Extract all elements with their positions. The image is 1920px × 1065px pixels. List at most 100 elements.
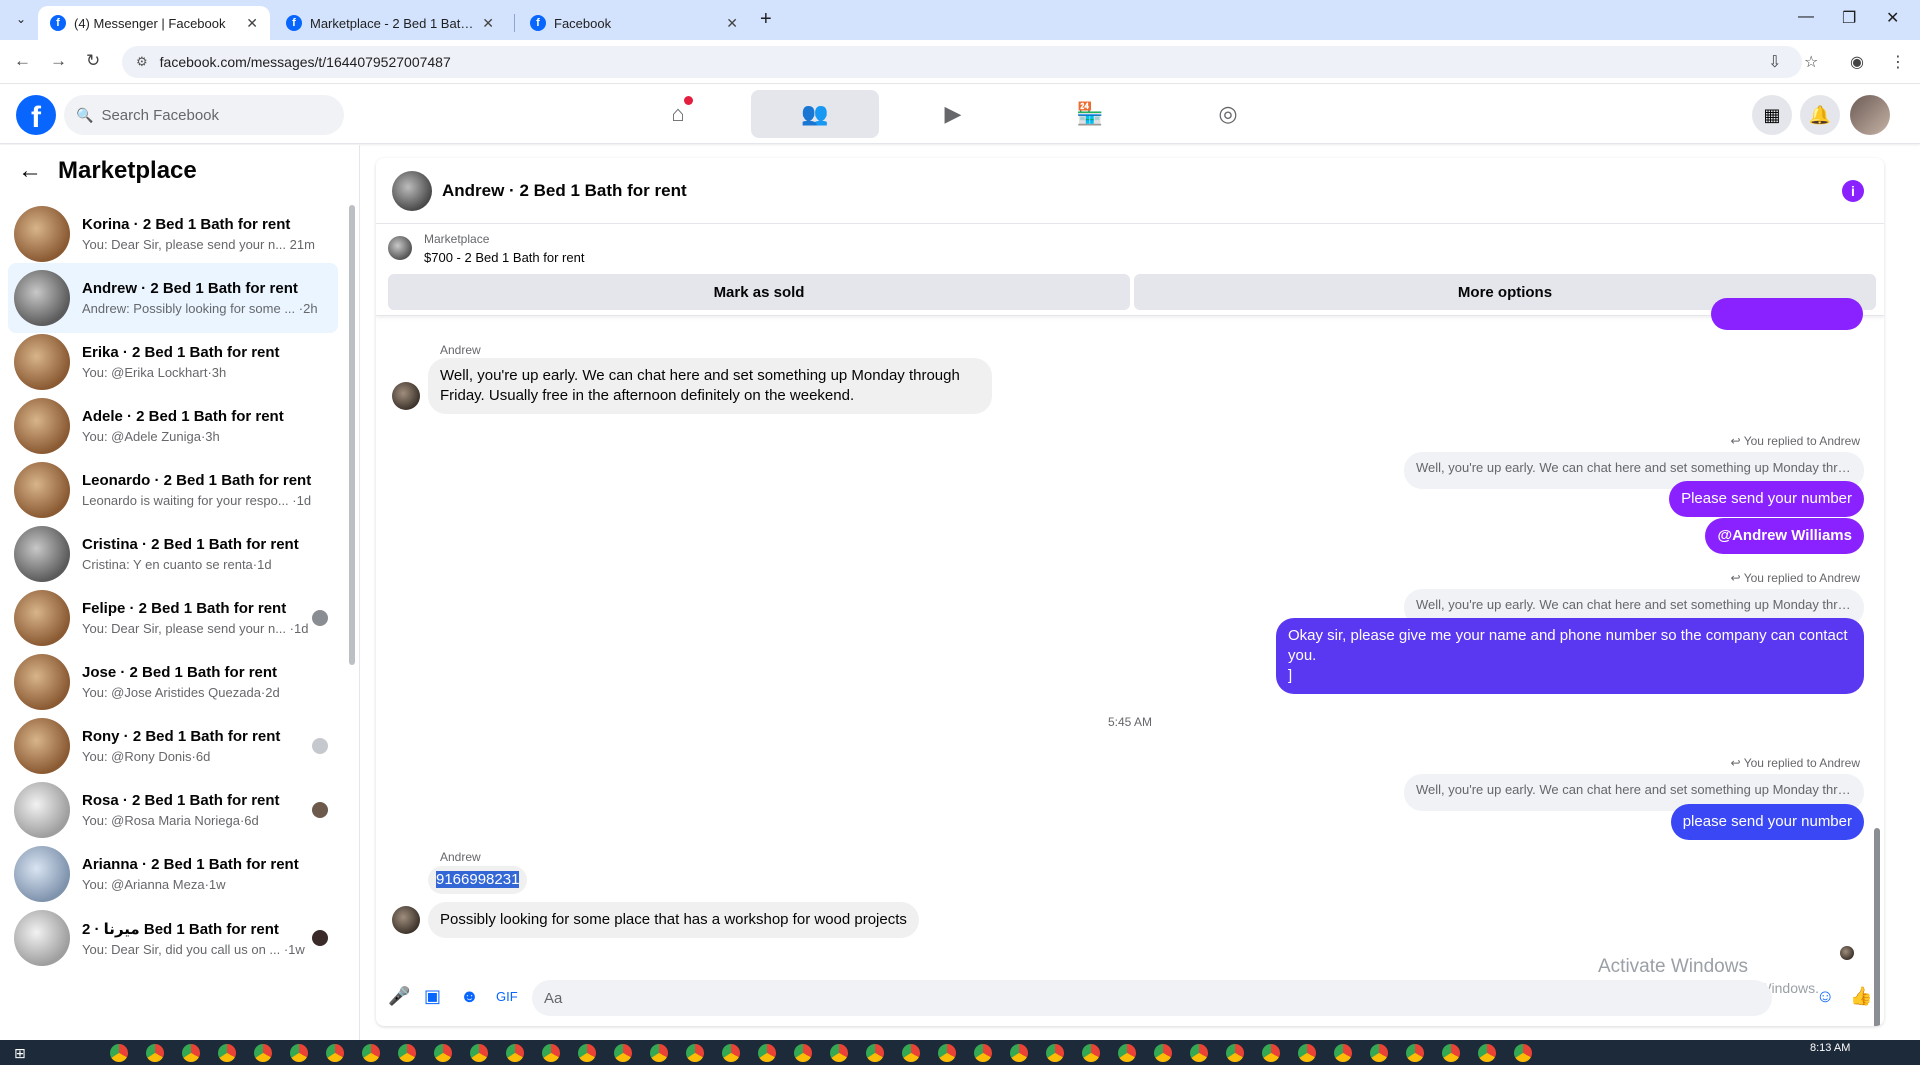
chrome-app-icon[interactable] xyxy=(542,1044,560,1062)
outgoing-message[interactable]: Please send your number xyxy=(1669,481,1864,517)
conversation-arianna[interactable]: Arianna · 2 Bed 1 Bath for rent You: @Ari… xyxy=(8,839,338,909)
chrome-app-icon[interactable] xyxy=(1190,1044,1208,1062)
like-thumb-icon[interactable]: 👍 xyxy=(1850,986,1872,1007)
chrome-app-icon[interactable] xyxy=(614,1044,632,1062)
incoming-message[interactable]: Possibly looking for some place that has… xyxy=(428,902,919,938)
chrome-app-icon[interactable] xyxy=(1334,1044,1352,1062)
conversation-cristina[interactable]: Cristina · 2 Bed 1 Bath for rent Cristina… xyxy=(8,519,338,589)
chrome-app-icon[interactable] xyxy=(830,1044,848,1062)
conversation-mirna[interactable]: ميرنا · 2 Bed 1 Bath for rent You: Dear S… xyxy=(8,903,338,973)
back-arrow-icon[interactable]: ← xyxy=(18,157,42,185)
message-input[interactable]: Aa xyxy=(532,980,1772,1016)
chrome-app-icon[interactable] xyxy=(1370,1044,1388,1062)
close-tab-icon[interactable]: ✕ xyxy=(482,15,494,32)
profile-icon[interactable]: ◉ xyxy=(1850,52,1864,72)
chrome-app-icon[interactable] xyxy=(1442,1044,1460,1062)
close-tab-icon[interactable]: ✕ xyxy=(726,15,738,32)
conversation-rony[interactable]: Rony · 2 Bed 1 Bath for rent You: @Rony D… xyxy=(8,711,338,781)
browser-menu-icon[interactable]: ⋮ xyxy=(1890,52,1906,72)
chrome-app-icon[interactable] xyxy=(434,1044,452,1062)
nav-groups[interactable]: ◎ xyxy=(1164,90,1292,138)
chrome-app-icon[interactable] xyxy=(974,1044,992,1062)
bookmark-star-icon[interactable]: ☆ xyxy=(1804,52,1818,72)
facebook-logo-icon[interactable]: f xyxy=(16,95,56,135)
photo-icon[interactable]: ▣ xyxy=(424,986,441,1007)
incoming-message[interactable]: Well, you're up early. We can chat here … xyxy=(428,358,992,414)
url-bar[interactable]: ⚙ facebook.com/messages/t/16440795270074… xyxy=(122,46,1802,78)
chrome-app-icon[interactable] xyxy=(1154,1044,1172,1062)
chrome-app-icon[interactable] xyxy=(866,1044,884,1062)
chrome-app-icon[interactable] xyxy=(686,1044,704,1062)
chrome-app-icon[interactable] xyxy=(398,1044,416,1062)
browser-tab-facebook[interactable]: f Facebook ✕ xyxy=(518,6,750,40)
chrome-app-icon[interactable] xyxy=(758,1044,776,1062)
conversation-andrew[interactable]: Andrew · 2 Bed 1 Bath for rent Andrew: Po… xyxy=(8,263,338,333)
outgoing-message[interactable]: please send your number xyxy=(1670,804,1864,840)
nav-video[interactable]: ▶ xyxy=(889,90,1017,138)
info-icon[interactable]: i xyxy=(1842,180,1864,202)
incoming-message[interactable]: 9166998231 xyxy=(428,866,528,894)
conversation-erika[interactable]: Erika · 2 Bed 1 Bath for rent You: @Erika… xyxy=(8,327,338,397)
browser-tab-marketplace[interactable]: f Marketplace - 2 Bed 1 Bath for ✕ xyxy=(274,6,506,40)
microphone-icon[interactable]: 🎤 xyxy=(388,986,410,1007)
minimize-icon[interactable]: — xyxy=(1798,8,1814,26)
chrome-app-icon[interactable] xyxy=(1118,1044,1136,1062)
install-app-icon[interactable]: ⇩ xyxy=(1768,52,1781,72)
chrome-app-icon[interactable] xyxy=(110,1044,128,1062)
chrome-app-icon[interactable] xyxy=(146,1044,164,1062)
chrome-app-icon[interactable] xyxy=(722,1044,740,1062)
nav-marketplace[interactable]: 🏪 xyxy=(1026,90,1154,138)
close-window-icon[interactable]: ✕ xyxy=(1886,8,1899,28)
sidebar-scrollbar[interactable] xyxy=(348,165,356,1035)
chrome-app-icon[interactable] xyxy=(1010,1044,1028,1062)
chrome-app-icon[interactable] xyxy=(794,1044,812,1062)
conversation-adele[interactable]: Adele · 2 Bed 1 Bath for rent You: @Adele… xyxy=(8,391,338,461)
chat-title[interactable]: Andrew · 2 Bed 1 Bath for rent xyxy=(442,181,687,201)
facebook-search-input[interactable]: 🔍 Search Facebook xyxy=(64,95,344,135)
chrome-app-icon[interactable] xyxy=(1226,1044,1244,1062)
conversation-korina[interactable]: Korina · 2 Bed 1 Bath for rent You: Dear … xyxy=(8,199,338,269)
gif-icon[interactable]: GIF xyxy=(496,989,518,1004)
nav-home[interactable]: ⌂ xyxy=(614,90,742,138)
chrome-app-icon[interactable] xyxy=(182,1044,200,1062)
nav-friends[interactable]: 👥 xyxy=(751,90,879,138)
reload-icon[interactable]: ↻ xyxy=(86,51,100,71)
forward-arrow-icon[interactable]: → xyxy=(50,51,67,71)
chrome-app-icon[interactable] xyxy=(1298,1044,1316,1062)
chrome-app-icon[interactable] xyxy=(1046,1044,1064,1062)
conversation-felipe[interactable]: Felipe · 2 Bed 1 Bath for rent You: Dear … xyxy=(8,583,338,653)
conversation-rosa[interactable]: Rosa · 2 Bed 1 Bath for rent You: @Rosa M… xyxy=(8,775,338,845)
listing-price-title[interactable]: $700 - 2 Bed 1 Bath for rent xyxy=(424,250,584,265)
chrome-app-icon[interactable] xyxy=(290,1044,308,1062)
notifications-bell-icon[interactable]: 🔔 xyxy=(1800,95,1840,135)
outgoing-message[interactable]: Okay sir, please give me your name and p… xyxy=(1276,618,1864,694)
browser-tab-messenger[interactable]: f (4) Messenger | Facebook ✕ xyxy=(38,6,270,40)
restore-icon[interactable]: ❐ xyxy=(1842,8,1856,28)
conversation-jose[interactable]: Jose · 2 Bed 1 Bath for rent You: @Jose A… xyxy=(8,647,338,717)
back-arrow-icon[interactable]: ← xyxy=(14,51,31,71)
system-clock[interactable]: 8:13 AM xyxy=(1810,1042,1850,1054)
sticker-icon[interactable]: ☻ xyxy=(460,986,479,1007)
chat-scrollbar[interactable] xyxy=(1872,488,1882,1026)
chrome-app-icon[interactable] xyxy=(902,1044,920,1062)
outgoing-mention[interactable]: @Andrew Williams xyxy=(1705,518,1864,554)
mark-as-sold-button[interactable]: Mark as sold xyxy=(388,274,1130,310)
chrome-app-icon[interactable] xyxy=(506,1044,524,1062)
chrome-app-icon[interactable] xyxy=(362,1044,380,1062)
new-tab-icon[interactable]: + xyxy=(760,8,772,31)
close-tab-icon[interactable]: ✕ xyxy=(246,15,258,32)
windows-start-icon[interactable]: ⊞ xyxy=(14,1045,26,1062)
listing-thumbnail[interactable] xyxy=(388,236,412,260)
scrollbar-thumb[interactable] xyxy=(349,205,355,665)
chrome-app-icon[interactable] xyxy=(650,1044,668,1062)
menu-grid-icon[interactable]: ▦ xyxy=(1752,95,1792,135)
chrome-app-icon[interactable] xyxy=(218,1044,236,1062)
chrome-app-icon[interactable] xyxy=(326,1044,344,1062)
contact-avatar[interactable] xyxy=(392,170,432,211)
chrome-app-icon[interactable] xyxy=(1082,1044,1100,1062)
chrome-app-icon[interactable] xyxy=(1406,1044,1424,1062)
conversation-leonardo[interactable]: Leonardo · 2 Bed 1 Bath for rent Leonardo… xyxy=(8,455,338,525)
chrome-app-icon[interactable] xyxy=(254,1044,272,1062)
chrome-app-icon[interactable] xyxy=(1478,1044,1496,1062)
phone-number-selected[interactable]: 9166998231 xyxy=(436,871,520,888)
